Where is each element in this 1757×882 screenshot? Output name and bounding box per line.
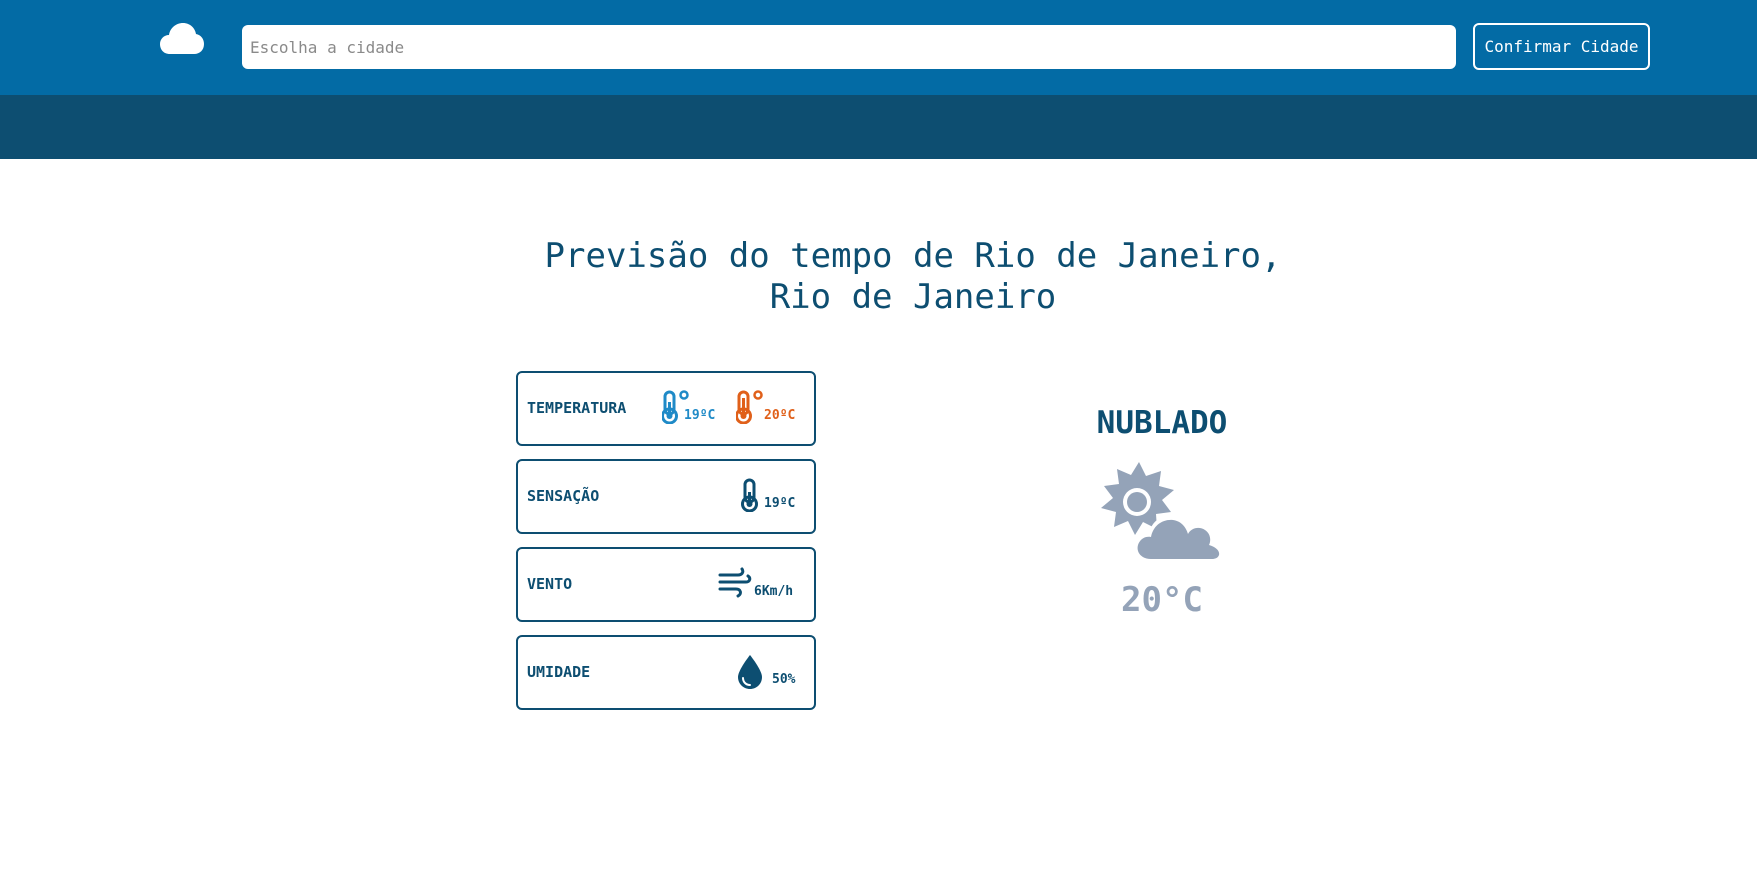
sub-header-band	[0, 95, 1757, 159]
thermometer-hot-icon	[736, 390, 763, 424]
feels-like-card: SENSAÇÃO 19ºC	[516, 459, 816, 534]
confirm-city-button[interactable]: Confirmar Cidade	[1473, 23, 1650, 70]
temperature-min-value: 19ºC	[684, 408, 716, 423]
humidity-card: UMIDADE 50%	[516, 635, 816, 710]
weather-condition-label: NUBLADO	[1096, 405, 1228, 441]
feels-like-label: SENSAÇÃO	[527, 487, 600, 505]
water-drop-icon	[738, 655, 762, 689]
title-line-2: Rio de Janeiro	[769, 277, 1057, 317]
page-title: Previsão do tempo de Rio de Janeiro, Rio…	[478, 236, 1348, 318]
thermometer-icon	[741, 478, 758, 512]
wind-label: VENTO	[527, 575, 573, 593]
wind-value: 6Km/h	[754, 584, 794, 599]
title-line-1: Previsão do tempo de Rio de Janeiro,	[544, 236, 1282, 276]
temperature-label: TEMPERATURA	[527, 399, 627, 417]
temperature-card: TEMPERATURA 19ºC 20ºC	[516, 371, 816, 446]
wind-icon	[718, 567, 752, 598]
temperature-max-value: 20ºC	[764, 408, 796, 423]
wind-card: VENTO 6Km/h	[516, 547, 816, 622]
current-temperature: 20°C	[1121, 580, 1203, 620]
humidity-label: UMIDADE	[527, 663, 591, 681]
partly-cloudy-icon	[1101, 462, 1223, 560]
top-navbar: Confirmar Cidade	[0, 0, 1757, 95]
feels-like-value: 19ºC	[764, 496, 796, 511]
city-search-input[interactable]	[242, 25, 1456, 69]
cloud-icon	[160, 23, 204, 54]
humidity-value: 50%	[772, 672, 796, 687]
